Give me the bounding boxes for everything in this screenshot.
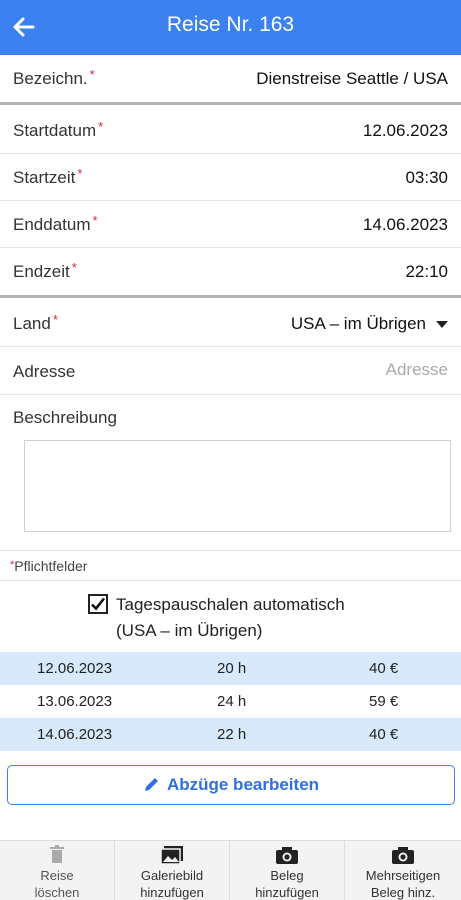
gallery-icon bbox=[115, 845, 229, 867]
field-label: Land * bbox=[13, 312, 58, 333]
camera-icon bbox=[230, 845, 344, 867]
field-startdatum[interactable]: Startdatum * 12.06.2023 bbox=[0, 107, 461, 154]
edit-deductions-button[interactable]: Abzüge bearbeiten bbox=[7, 765, 455, 805]
field-label: Enddatum * bbox=[13, 213, 98, 234]
field-adresse[interactable]: Adresse bbox=[0, 348, 461, 395]
add-gallery-image-button[interactable]: Galeriebild hinzufügen bbox=[115, 841, 230, 900]
field-label: Adresse bbox=[13, 362, 76, 381]
field-enddatum[interactable]: Enddatum * 14.06.2023 bbox=[0, 201, 461, 248]
field-land[interactable]: Land * USA – im Übrigen bbox=[0, 300, 461, 347]
field-bezeichnung[interactable]: Bezeichn. * Dienstreise Seattle / USA bbox=[0, 55, 461, 105]
field-label: Startdatum * bbox=[13, 119, 104, 140]
allowance-label: Tagespauschalen automatisch (USA – im Üb… bbox=[116, 595, 345, 640]
delete-trip-button[interactable]: Reise löschen bbox=[0, 841, 115, 900]
enddatum-value[interactable]: 14.06.2023 bbox=[363, 215, 448, 235]
app-header: Reise Nr. 163 bbox=[0, 0, 461, 55]
land-select[interactable]: USA – im Übrigen bbox=[291, 314, 448, 334]
trash-icon bbox=[0, 845, 114, 867]
table-row: 14.06.2023 22 h 40 € bbox=[0, 718, 461, 751]
page-title: Reise Nr. 163 bbox=[166, 13, 295, 36]
field-label: Endzeit * bbox=[13, 260, 77, 281]
pencil-icon bbox=[144, 778, 158, 791]
field-endzeit[interactable]: Endzeit * 22:10 bbox=[0, 248, 461, 298]
adresse-input[interactable] bbox=[228, 360, 448, 380]
divider bbox=[0, 580, 461, 581]
allowance-checkbox[interactable] bbox=[88, 594, 108, 614]
add-multipage-receipt-button[interactable]: Mehrseitigen Beleg hinz. bbox=[345, 841, 461, 900]
field-label: Startzeit * bbox=[13, 166, 83, 187]
bezeichnung-value[interactable]: Dienstreise Seattle / USA bbox=[256, 69, 448, 89]
add-receipt-button[interactable]: Beleg hinzufügen bbox=[230, 841, 345, 900]
table-row: 12.06.2023 20 h 40 € bbox=[0, 652, 461, 685]
checkmark-icon bbox=[91, 597, 106, 611]
table-row: 13.06.2023 24 h 59 € bbox=[37, 693, 399, 710]
startzeit-value[interactable]: 03:30 bbox=[405, 168, 448, 188]
field-startzeit[interactable]: Startzeit * 03:30 bbox=[0, 154, 461, 201]
bottom-toolbar: Reise löschen Galeriebild hinzufügen Beleg… bbox=[0, 840, 461, 900]
camera-icon bbox=[345, 845, 461, 867]
beschreibung-label: Beschreibung bbox=[13, 408, 117, 427]
startdatum-value[interactable]: 12.06.2023 bbox=[363, 121, 448, 141]
beschreibung-textarea[interactable] bbox=[24, 440, 451, 532]
chevron-down-icon bbox=[436, 321, 448, 329]
endzeit-value[interactable]: 22:10 bbox=[405, 262, 448, 282]
required-note: *Pflichtfelder bbox=[10, 558, 88, 574]
divider bbox=[0, 550, 461, 551]
field-label: Bezeichn. * bbox=[13, 67, 95, 88]
